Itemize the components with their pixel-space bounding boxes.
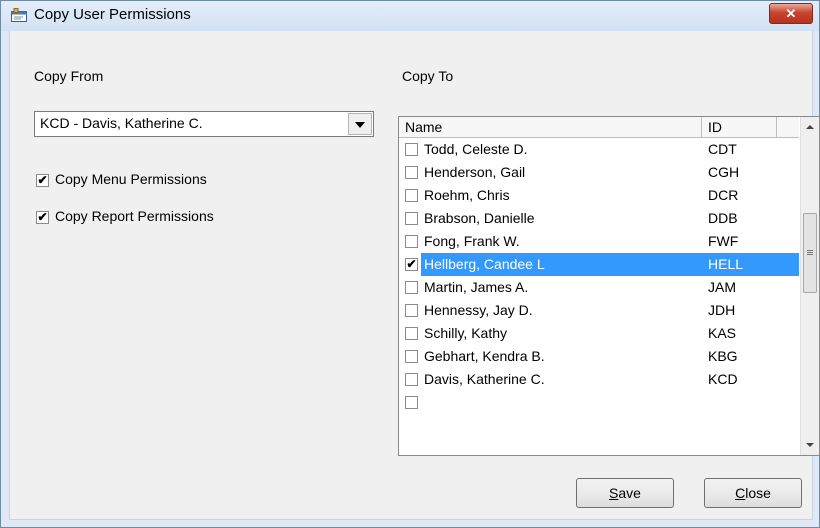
copy-to-label: Copy To <box>402 68 454 84</box>
user-name: Gebhart, Kendra B. <box>424 348 545 364</box>
user-name: Fong, Frank W. <box>424 233 520 249</box>
list-item[interactable]: ✔ Hellberg, Candee L HELL <box>399 253 799 276</box>
list-item[interactable]: Martin, James A. JAM <box>399 276 799 299</box>
dialog-body: Copy From Copy To KCD - Davis, Katherine… <box>9 31 820 520</box>
list-item[interactable]: Schilly, Kathy KAS <box>399 322 799 345</box>
row-checkbox[interactable] <box>405 235 418 248</box>
save-button[interactable]: Save <box>576 478 674 508</box>
user-id: KAS <box>708 325 737 341</box>
copy-from-label: Copy From <box>34 68 104 84</box>
user-id: FWF <box>708 233 739 249</box>
user-id: HELL <box>708 256 744 272</box>
user-id: KBG <box>708 348 738 364</box>
copy-menu-permissions-label: Copy Menu Permissions <box>55 171 207 187</box>
user-name: Hennessy, Jay D. <box>424 302 533 318</box>
dropdown-button[interactable] <box>348 113 372 135</box>
user-id: DCR <box>708 187 739 203</box>
user-name: Henderson, Gail <box>424 164 526 180</box>
user-id: CDT <box>708 141 737 157</box>
user-id: CGH <box>708 164 740 180</box>
title-bar[interactable]: Copy User Permissions ✕ <box>1 1 819 31</box>
row-checkbox[interactable] <box>405 212 418 225</box>
list-item[interactable]: Davis, Katherine C. KCD <box>399 368 799 391</box>
user-name: Martin, James A. <box>424 279 529 295</box>
list-item-partial[interactable] <box>399 391 799 414</box>
row-checkbox[interactable] <box>405 304 418 317</box>
user-name: Hellberg, Candee L <box>424 256 545 272</box>
list-item[interactable]: Hennessy, Jay D. JDH <box>399 299 799 322</box>
row-checkbox[interactable] <box>405 396 418 409</box>
list-item[interactable]: Brabson, Danielle DDB <box>399 207 799 230</box>
row-checkbox[interactable] <box>405 327 418 340</box>
list-item[interactable]: Fong, Frank W. FWF <box>399 230 799 253</box>
copy-report-permissions-checkbox[interactable]: ✔ <box>36 211 49 224</box>
copy-from-dropdown[interactable]: KCD - Davis, Katherine C. <box>34 111 374 137</box>
scroll-down-icon[interactable] <box>806 443 814 447</box>
row-checkbox[interactable] <box>405 189 418 202</box>
list-item[interactable]: Henderson, Gail CGH <box>399 161 799 184</box>
close-button[interactable]: Close <box>704 478 802 508</box>
list-header: Name ID <box>399 117 799 138</box>
dropdown-arrow-icon <box>355 122 365 128</box>
close-window-button[interactable]: ✕ <box>769 3 813 24</box>
copy-report-permissions-label: Copy Report Permissions <box>55 208 214 224</box>
user-name: Todd, Celeste D. <box>424 141 528 157</box>
row-checkbox[interactable] <box>405 166 418 179</box>
user-id: DDB <box>708 210 738 226</box>
row-checkbox[interactable] <box>405 350 418 363</box>
user-id: KCD <box>708 371 738 387</box>
copy-from-selected-value: KCD - Davis, Katherine C. <box>40 115 203 131</box>
window-icon <box>11 8 27 22</box>
row-checkbox[interactable] <box>405 281 418 294</box>
list-item[interactable]: Roehm, Chris DCR <box>399 184 799 207</box>
scroll-up-icon[interactable] <box>806 125 814 129</box>
user-id: JDH <box>708 302 736 318</box>
row-checkbox[interactable]: ✔ <box>405 258 418 271</box>
list-scrollbar[interactable] <box>800 117 819 455</box>
list-item[interactable]: Gebhart, Kendra B. KBG <box>399 345 799 368</box>
copy-menu-permissions-checkbox[interactable]: ✔ <box>36 174 49 187</box>
user-name: Brabson, Danielle <box>424 210 535 226</box>
row-checkbox[interactable] <box>405 143 418 156</box>
dialog-window: Copy User Permissions ✕ Copy From Copy T… <box>0 0 820 528</box>
column-header-id[interactable]: ID <box>702 117 777 137</box>
copy-to-user-list[interactable]: Name ID Todd, Celeste D. CDT Henderson, Ga… <box>398 116 820 456</box>
column-header-name[interactable]: Name <box>399 117 702 137</box>
close-icon: ✕ <box>785 6 797 21</box>
user-name: Roehm, Chris <box>424 187 510 203</box>
user-name: Davis, Katherine C. <box>424 371 545 387</box>
scrollbar-thumb[interactable] <box>803 213 817 293</box>
user-id: JAM <box>708 279 736 295</box>
list-item[interactable]: Todd, Celeste D. CDT <box>399 138 799 161</box>
window-title: Copy User Permissions <box>34 6 191 23</box>
user-name: Schilly, Kathy <box>424 325 507 341</box>
row-checkbox[interactable] <box>405 373 418 386</box>
